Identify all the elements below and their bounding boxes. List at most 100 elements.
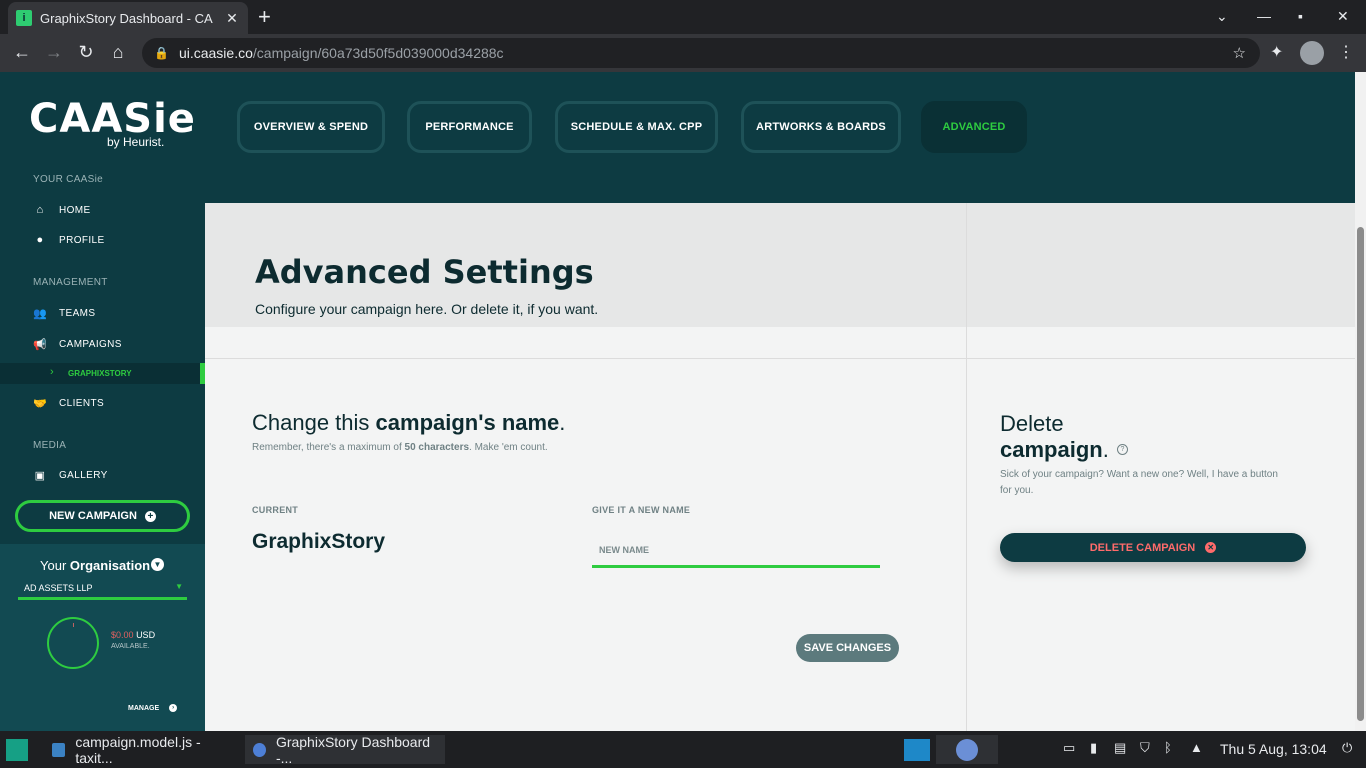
profile-avatar[interactable] (1300, 41, 1324, 65)
taskbar-item-browser[interactable]: GraphixStory Dashboard -... (245, 733, 445, 766)
plus-circle-icon: + (144, 510, 156, 522)
section-your-caasie: YOUR CAASie (33, 174, 103, 185)
sidebar-subitem-graphixstory[interactable]: › GRAPHIXSTORY (0, 363, 205, 384)
organisation-selected: AD ASSETS LLP (24, 583, 93, 593)
close-window-icon[interactable]: ✕ (1337, 8, 1349, 25)
caret-down-icon: ▼ (175, 582, 183, 591)
chevron-down-icon[interactable]: ▼ (151, 558, 164, 571)
manage-button[interactable]: MANAGE › (128, 704, 178, 712)
sidebar-item-label: CLIENTS (59, 398, 105, 409)
section-management: MANAGEMENT (33, 277, 108, 288)
delete-title-line1: Delete (1000, 411, 1064, 436)
bookmark-star-icon[interactable]: ☆ (1233, 44, 1246, 62)
organisation-select[interactable]: AD ASSETS LLP ▼ (18, 582, 187, 600)
tab-artworks-boards[interactable]: ARTWORKS & BOARDS (741, 101, 901, 153)
scrollbar-thumb[interactable] (1357, 227, 1364, 721)
url-host: ui.caasie.co (178, 45, 253, 61)
taskbar-item-label: GraphixStory Dashboard -... (275, 733, 431, 766)
back-icon[interactable]: ← (11, 42, 33, 62)
tab-overview-spend[interactable]: OVERVIEW & SPEND (237, 101, 385, 153)
manjaro-logo-icon (6, 738, 28, 761)
page-scrollbar[interactable] (1355, 72, 1366, 731)
balance-available-label: AVAILABLE. (111, 643, 150, 650)
help-icon[interactable]: ? (1117, 444, 1128, 455)
close-tab-icon[interactable]: ✕ (224, 10, 240, 27)
sidebar-item-campaigns[interactable]: 📢 CAMPAIGNS (33, 338, 122, 351)
shield-icon[interactable]: ⛉ (1140, 740, 1150, 756)
save-changes-button[interactable]: SAVE CHANGES (796, 634, 899, 662)
logout-icon[interactable]: ⏻ (1342, 740, 1352, 756)
chrome-icon (956, 738, 978, 761)
sidebar-item-label: HOME (59, 204, 91, 216)
handshake-icon: 🤝 (33, 398, 48, 410)
sidebar: CAASie by Heurist. YOUR CAASie ⌂ HOME ● … (0, 72, 205, 731)
tab-advanced[interactable]: ADVANCED (921, 101, 1027, 153)
close-circle-icon: ✕ (1205, 542, 1217, 553)
divider-vertical (966, 203, 967, 731)
workspace-preview-icon (904, 738, 930, 761)
home-icon: ⌂ (36, 204, 44, 216)
images-icon: ▣ (34, 470, 46, 482)
favicon-icon: i (16, 10, 32, 26)
browser-tab[interactable]: i GraphixStory Dashboard - CA ✕ (8, 2, 248, 34)
browser-toolbar: ← → ↻ ⌂ 🔒 ui.caasie.co/campaign/60a73d50… (0, 34, 1366, 72)
notification-icon[interactable]: ▲ (1190, 740, 1203, 755)
address-bar[interactable]: 🔒 ui.caasie.co/campaign/60a73d50f5d03900… (142, 38, 1260, 68)
chrome-icon (253, 742, 266, 757)
sidebar-subitem-label: GRAPHIXSTORY (68, 369, 132, 378)
home-icon[interactable]: ⌂ (107, 42, 129, 62)
tab-schedule-max-cpp[interactable]: SCHEDULE & MAX. CPP (555, 101, 718, 153)
reload-icon[interactable]: ↻ (75, 42, 97, 62)
workspace-2[interactable] (936, 735, 998, 764)
clipboard-icon[interactable]: ▤ (1114, 740, 1126, 756)
lock-icon: 🔒 (154, 46, 169, 60)
sidebar-item-clients[interactable]: 🤝 CLIENTS (33, 397, 104, 410)
sidebar-item-label: GALLERY (59, 470, 108, 481)
sidebar-item-label: TEAMS (59, 308, 96, 319)
sidebar-item-teams[interactable]: 👥 TEAMS (33, 307, 95, 320)
extensions-icon[interactable]: ✦ (1270, 42, 1283, 62)
rename-section-title: Change this campaign's name. (252, 410, 566, 435)
tab-search-icon[interactable]: ⌄ (1216, 8, 1228, 25)
section-media: MEDIA (33, 440, 67, 451)
bluetooth-icon[interactable]: ᛒ (1164, 740, 1172, 755)
new-tab-icon[interactable]: + (258, 6, 271, 28)
app-menu-icon[interactable] (0, 735, 34, 764)
tab-title: GraphixStory Dashboard - CA (40, 10, 213, 26)
minimize-icon[interactable]: — (1257, 8, 1271, 24)
delete-section-title: Delete campaign. (1000, 411, 1109, 462)
terminal-icon[interactable]: ▭ (1063, 740, 1075, 756)
taskbar-clock: Thu 5 Aug, 13:04 (1220, 741, 1327, 757)
hint-prefix: Remember, there's a maximum of (252, 442, 402, 453)
users-icon: 👥 (33, 308, 48, 320)
tab-performance[interactable]: PERFORMANCE (407, 101, 532, 153)
workspace-1[interactable] (900, 735, 934, 764)
organisation-title[interactable]: Your Organisation (40, 558, 150, 573)
delete-campaign-label: DELETE CAMPAIGN (1089, 541, 1196, 554)
user-circle-icon: ● (36, 234, 44, 246)
rename-title-prefix: Change this (252, 410, 370, 435)
new-name-input[interactable] (592, 535, 880, 568)
taskbar-item-label: campaign.model.js - taxit... (75, 733, 201, 766)
new-campaign-button[interactable]: NEW CAMPAIGN + (15, 500, 190, 532)
main-content: Advanced Settings Configure your campaig… (205, 203, 1355, 731)
rename-title-bold: campaign's name (375, 410, 560, 435)
sidebar-item-home[interactable]: ⌂ HOME (33, 204, 91, 216)
delete-description: Sick of your campaign? Want a new one? W… (1000, 469, 1278, 496)
menu-icon[interactable]: ⋮ (1338, 42, 1354, 62)
balance-gauge (47, 617, 99, 669)
delete-campaign-button[interactable]: DELETE CAMPAIGN ✕ (1000, 533, 1306, 562)
forward-icon[interactable]: → (43, 42, 65, 62)
taskbar-item-editor[interactable]: campaign.model.js - taxit... (44, 733, 242, 766)
hint-suffix: . Make 'em count. (469, 442, 548, 453)
gauge-tick (73, 623, 74, 627)
balance-currency: USD (136, 630, 156, 640)
new-campaign-label: NEW CAMPAIGN (49, 510, 137, 522)
campaign-tabs-bar: OVERVIEW & SPEND PERFORMANCE SCHEDULE & … (205, 72, 1355, 203)
sidebar-item-profile[interactable]: ● PROFILE (33, 234, 105, 246)
balance-amount: $0.00 USD (111, 630, 155, 640)
sidebar-item-gallery[interactable]: ▣ GALLERY (33, 469, 108, 482)
maximize-icon[interactable]: ▪ (1298, 8, 1303, 24)
network-icon[interactable]: ▮ (1090, 740, 1097, 756)
url-path: /campaign/60a73d50f5d039000d34288c (252, 45, 504, 61)
